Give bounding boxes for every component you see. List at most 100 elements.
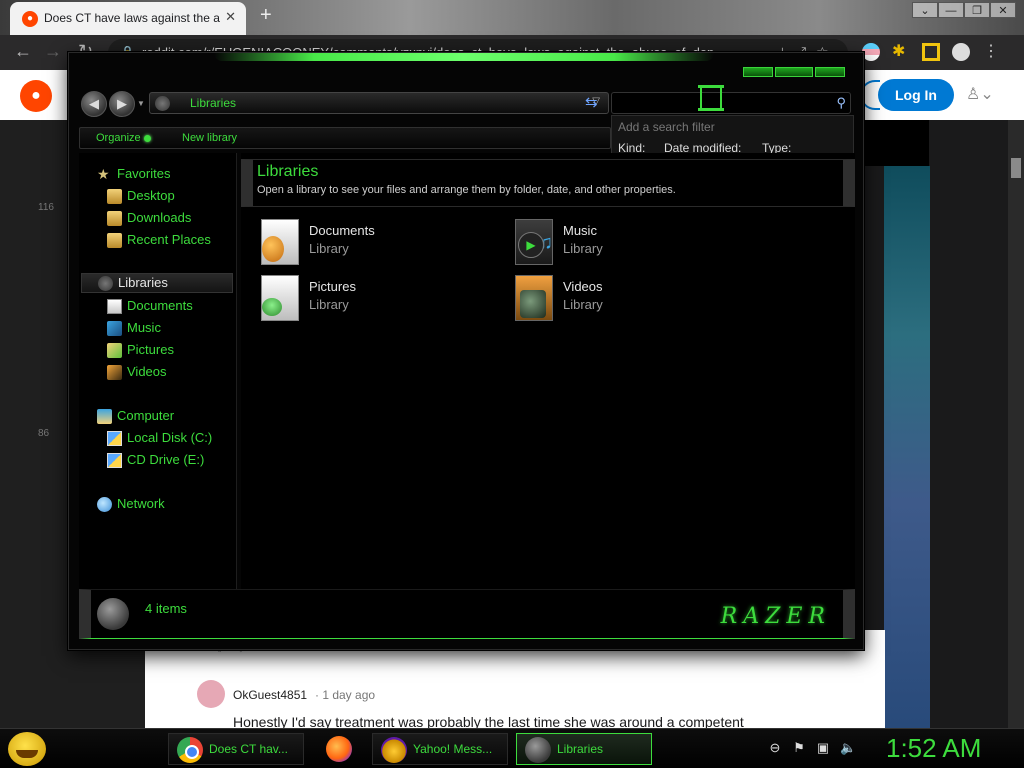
- recent-locations-dropdown-icon[interactable]: ▼: [137, 99, 145, 108]
- taskbar-yahoo-messenger[interactable]: Yahoo! Mess...: [372, 733, 508, 765]
- network-tray-icon[interactable]: ▣: [816, 741, 830, 755]
- flag-extension-icon[interactable]: [862, 43, 880, 61]
- nav-label: Music: [127, 320, 161, 335]
- language-icon[interactable]: ⊖: [768, 741, 782, 755]
- tab-search-button[interactable]: ⌄: [912, 2, 938, 18]
- network-icon: [97, 497, 112, 512]
- browser-forward-icon[interactable]: →: [44, 41, 62, 62]
- explorer-close-button[interactable]: [815, 67, 845, 77]
- restore-button[interactable]: ❐: [964, 2, 990, 18]
- explorer-minimize-button[interactable]: [743, 67, 773, 77]
- action-center-icon[interactable]: ⚑: [792, 741, 806, 755]
- taskbar: Does CT hav... Yahoo! Mess... Libraries …: [0, 728, 1024, 768]
- nav-libraries[interactable]: Libraries: [81, 273, 233, 293]
- nav-pictures[interactable]: Pictures: [107, 341, 227, 361]
- minimize-button[interactable]: —: [938, 2, 964, 18]
- library-tile-pictures[interactable]: Pictures Library: [261, 275, 501, 325]
- search-input[interactable]: ⚲: [611, 85, 851, 114]
- nav-downloads[interactable]: Downloads: [107, 209, 227, 229]
- details-pane: 4 items RAZER: [79, 589, 855, 639]
- nav-network[interactable]: Network: [97, 495, 227, 515]
- nav-videos[interactable]: Videos: [107, 363, 227, 383]
- browser-menu-icon[interactable]: ⋮: [982, 43, 1000, 61]
- nav-label: Computer: [117, 408, 175, 423]
- explorer-address-bar[interactable]: Libraries ▽: [149, 92, 609, 114]
- browser-tab-strip: ● Does CT have laws against the a ✕ + ⌄ …: [0, 0, 1024, 35]
- clock[interactable]: 1:52 AM: [886, 733, 981, 764]
- browser-back-icon[interactable]: ←: [14, 41, 32, 62]
- library-header: Libraries Open a library to see your fil…: [241, 159, 855, 207]
- new-library-button[interactable]: New library: [182, 132, 237, 144]
- browser-tab-title: Does CT have laws against the a: [44, 11, 220, 25]
- nav-documents[interactable]: Documents: [107, 297, 227, 317]
- library-tile-documents[interactable]: Documents Library: [261, 219, 501, 269]
- vote-count: 116: [38, 202, 54, 213]
- libraries-icon: [97, 598, 129, 630]
- search-icon[interactable]: ⚲: [836, 95, 846, 111]
- page-scrollbar[interactable]: [1008, 120, 1024, 730]
- libraries-icon: [155, 96, 170, 111]
- login-button[interactable]: Log In: [878, 79, 954, 111]
- organize-button[interactable]: Organize: [96, 132, 141, 144]
- library-name: Pictures: [309, 279, 356, 294]
- scrollbar-thumb[interactable]: [1011, 158, 1021, 178]
- nav-desktop[interactable]: Desktop: [107, 187, 227, 207]
- explorer-forward-button[interactable]: ▶: [109, 91, 135, 117]
- library-tile-music[interactable]: Music Library: [515, 219, 755, 269]
- volume-icon[interactable]: 🔈: [840, 741, 856, 755]
- reddit-logo-icon[interactable]: ●: [20, 80, 52, 112]
- nav-label: Local Disk (C:): [127, 430, 213, 445]
- explorer-maximize-button[interactable]: [775, 67, 813, 77]
- nav-favorites[interactable]: ★ Favorites: [97, 165, 227, 185]
- nav-local-disk[interactable]: Local Disk (C:): [107, 429, 227, 449]
- comment-author[interactable]: OkGuest4851: [233, 688, 307, 702]
- nav-label: Libraries: [118, 275, 168, 290]
- organize-dropdown-icon[interactable]: [144, 135, 151, 142]
- nav-computer[interactable]: Computer: [97, 407, 227, 427]
- library-tile-videos[interactable]: Videos Library: [515, 275, 755, 325]
- new-tab-button[interactable]: +: [260, 4, 272, 27]
- nav-music[interactable]: Music: [107, 319, 227, 339]
- nav-recent-places[interactable]: Recent Places: [107, 231, 227, 251]
- videos-icon: [107, 365, 122, 380]
- computer-icon: [97, 409, 112, 424]
- close-tab-icon[interactable]: ✕: [225, 9, 236, 25]
- library-name: Music: [563, 223, 597, 238]
- pictures-library-icon: [261, 275, 299, 321]
- recent-places-icon: [107, 233, 122, 248]
- library-type: Library: [309, 297, 349, 312]
- search-filter-hint: Add a search filter: [618, 120, 715, 134]
- taskbar-libraries[interactable]: Libraries: [516, 733, 652, 765]
- nav-cd-drive[interactable]: CD Drive (E:): [107, 451, 227, 471]
- extension-icons: ✱ ⋮: [862, 43, 1000, 61]
- taskbar-firefox[interactable]: [318, 733, 358, 765]
- extensions-puzzle-icon[interactable]: ✱: [892, 43, 910, 61]
- reddit-side-banner: [884, 166, 930, 728]
- nav-label: CD Drive (E:): [127, 452, 205, 467]
- library-name: Videos: [563, 279, 603, 294]
- start-button[interactable]: [8, 732, 46, 766]
- profile-avatar-icon[interactable]: [952, 43, 970, 61]
- user-menu-icon[interactable]: ♙⌄: [966, 84, 994, 104]
- nav-label: Videos: [127, 364, 167, 379]
- library-type: Library: [563, 241, 603, 256]
- taskbar-label: Does CT hav...: [209, 742, 288, 756]
- library-type: Library: [563, 297, 603, 312]
- desktop-screen: ● Does CT have laws against the a ✕ + ⌄ …: [0, 0, 1024, 768]
- documents-icon: [107, 299, 122, 314]
- browser-tab[interactable]: ● Does CT have laws against the a ✕: [10, 2, 246, 35]
- commenter-avatar[interactable]: [197, 680, 225, 708]
- search-resize-handle[interactable]: [698, 85, 724, 111]
- libraries-icon: [525, 737, 551, 763]
- videos-library-icon: [515, 275, 553, 321]
- close-window-button[interactable]: ✕: [990, 2, 1016, 18]
- address-breadcrumb[interactable]: Libraries: [190, 96, 236, 110]
- taskbar-chrome[interactable]: Does CT hav...: [168, 733, 304, 765]
- nav-label: Documents: [127, 298, 193, 313]
- music-library-icon: [515, 219, 553, 265]
- refresh-icon[interactable]: ⇆: [585, 93, 598, 111]
- sidebar-extension-icon[interactable]: [922, 43, 940, 61]
- title-bar-glow: [214, 53, 714, 61]
- pictures-icon: [107, 343, 122, 358]
- explorer-back-button[interactable]: ◀: [81, 91, 107, 117]
